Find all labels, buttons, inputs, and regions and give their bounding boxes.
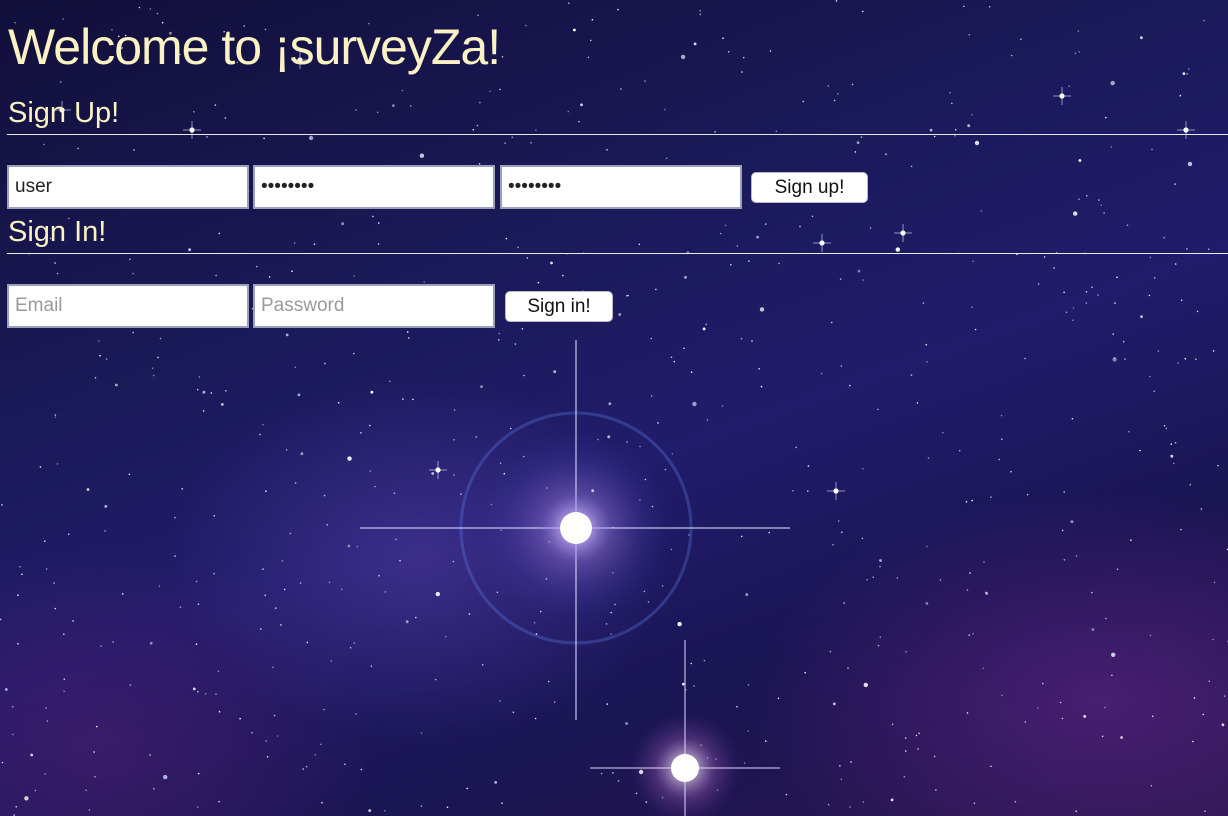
signin-password-input[interactable] — [253, 284, 495, 328]
signup-heading: Sign Up! — [8, 97, 120, 129]
signup-button[interactable]: Sign up! — [751, 172, 868, 203]
signin-button[interactable]: Sign in! — [505, 291, 613, 322]
signup-password-input[interactable] — [253, 165, 495, 209]
signup-username-input[interactable] — [7, 165, 249, 209]
signin-email-input[interactable] — [7, 284, 249, 328]
signup-confirm-password-input[interactable] — [500, 165, 742, 209]
stars-layer — [0, 0, 1228, 816]
signin-divider — [7, 253, 1228, 254]
bright-star-small — [590, 640, 780, 816]
bright-star-large — [360, 340, 790, 720]
signup-divider — [7, 134, 1228, 135]
signin-heading: Sign In! — [8, 216, 107, 248]
starfield-background — [0, 0, 1228, 816]
page-title: Welcome to ¡surveyZa! — [8, 19, 501, 75]
